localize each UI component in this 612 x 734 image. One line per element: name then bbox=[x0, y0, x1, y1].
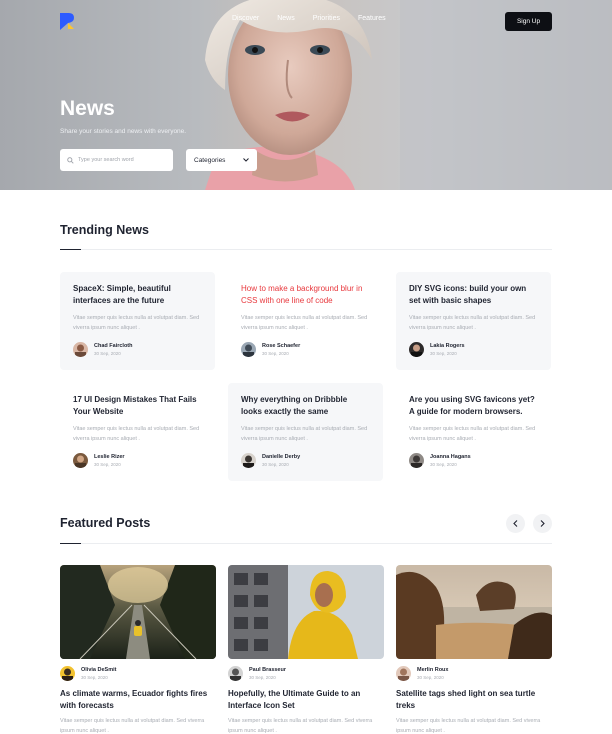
author-name: Joanna Hagans bbox=[430, 454, 471, 460]
trending-card[interactable]: How to make a background blur in CSS wit… bbox=[228, 272, 383, 370]
trending-card-excerpt: Vitae semper quis lectus nulla at volutp… bbox=[409, 426, 536, 442]
trending-card-title[interactable]: DIY SVG icons: build your own set with b… bbox=[409, 283, 538, 307]
featured-post-title[interactable]: Hopefully, the Ultimate Guide to an Inte… bbox=[228, 688, 384, 712]
card-author: Chad Faircloth 30 Sep, 2020 bbox=[73, 342, 133, 357]
author-name: Leslie Rizer bbox=[94, 454, 125, 460]
trending-card-excerpt: Vitae semper quis lectus nulla at volutp… bbox=[241, 315, 368, 331]
author-name: Paul Brasseur bbox=[249, 667, 286, 673]
featured-divider-accent bbox=[60, 543, 81, 544]
post-date: 30 Sep, 2020 bbox=[94, 351, 121, 356]
trending-card[interactable]: 17 UI Design Mistakes That Fails Your We… bbox=[60, 383, 215, 481]
author-name: Merlin Roux bbox=[417, 667, 449, 673]
trending-card-excerpt: Vitae semper quis lectus nulla at volutp… bbox=[73, 426, 200, 442]
categories-dropdown[interactable]: Categories bbox=[186, 149, 257, 171]
trending-card-title[interactable]: 17 UI Design Mistakes That Fails Your We… bbox=[73, 394, 202, 418]
card-author: Lakia Rogers 30 Sep, 2020 bbox=[409, 342, 465, 357]
author-name: Olivia DeSmit bbox=[81, 667, 117, 673]
featured-post-title[interactable]: Satellite tags shed light on sea turtle … bbox=[396, 688, 552, 712]
featured-title: Featured Posts bbox=[60, 516, 151, 530]
sign-up-button[interactable]: Sign Up bbox=[505, 12, 552, 31]
featured-post-excerpt: Vitae semper quis lectus nulla at volutp… bbox=[396, 718, 541, 734]
post-date: 30 Sep, 2020 bbox=[94, 462, 121, 467]
trending-card-excerpt: Vitae semper quis lectus nulla at volutp… bbox=[409, 315, 536, 331]
author-name: Rose Schaefer bbox=[262, 343, 301, 349]
trending-card-title[interactable]: Are you using SVG favicons yet? A guide … bbox=[409, 394, 538, 418]
featured-divider bbox=[60, 543, 552, 544]
avatar bbox=[409, 453, 424, 468]
featured-author: Olivia DeSmit 30 Sep, 2020 bbox=[60, 666, 116, 681]
trending-title: Trending News bbox=[60, 223, 149, 237]
trending-divider bbox=[60, 249, 552, 250]
card-author: Leslie Rizer 30 Sep, 2020 bbox=[73, 453, 125, 468]
hero-banner: Discover News Priorities Features Sign U… bbox=[0, 0, 612, 190]
post-date: 30 Sep, 2020 bbox=[417, 675, 444, 680]
avatar bbox=[60, 666, 75, 681]
featured-author: Paul Brasseur 30 Sep, 2020 bbox=[228, 666, 286, 681]
avatar bbox=[396, 666, 411, 681]
trending-card[interactable]: Why everything on Dribbble looks exactly… bbox=[228, 383, 383, 481]
trending-card[interactable]: SpaceX: Simple, beautiful interfaces are… bbox=[60, 272, 215, 370]
featured-image-yellow-hoodie[interactable] bbox=[228, 565, 384, 659]
main-nav: Discover News Priorities Features bbox=[232, 15, 404, 22]
trending-card[interactable]: Are you using SVG favicons yet? A guide … bbox=[396, 383, 551, 481]
post-date: 30 Sep, 2020 bbox=[81, 675, 108, 680]
trending-card-excerpt: Vitae semper quis lectus nulla at volutp… bbox=[241, 426, 368, 442]
trending-card-title[interactable]: Why everything on Dribbble looks exactly… bbox=[241, 394, 370, 418]
avatar bbox=[228, 666, 243, 681]
search-placeholder: Type your search word bbox=[78, 157, 134, 163]
featured-image-coast[interactable] bbox=[396, 565, 552, 659]
post-date: 30 Sep, 2020 bbox=[262, 351, 289, 356]
chevron-down-icon bbox=[243, 158, 249, 162]
trending-card[interactable]: DIY SVG icons: build your own set with b… bbox=[396, 272, 551, 370]
search-input[interactable]: Type your search word bbox=[60, 149, 173, 171]
categories-label: Categories bbox=[194, 156, 226, 164]
brand-logo-icon[interactable] bbox=[60, 13, 74, 30]
card-author: Rose Schaefer 30 Sep, 2020 bbox=[241, 342, 300, 357]
author-name: Chad Faircloth bbox=[94, 343, 133, 349]
trending-card-title[interactable]: How to make a background blur in CSS wit… bbox=[241, 283, 370, 307]
nav-link-priorities[interactable]: Priorities bbox=[313, 15, 340, 22]
chevron-right-icon bbox=[540, 520, 545, 527]
page-title: News bbox=[60, 97, 115, 120]
nav-link-features[interactable]: Features bbox=[358, 15, 386, 22]
carousel-next-button[interactable] bbox=[533, 514, 552, 533]
post-date: 30 Sep, 2020 bbox=[430, 351, 457, 356]
card-author: Danielle Derby 30 Sep, 2020 bbox=[241, 453, 300, 468]
avatar bbox=[73, 342, 88, 357]
card-author: Joanna Hagans 30 Sep, 2020 bbox=[409, 453, 471, 468]
hero-subtitle: Share your stories and news with everyon… bbox=[60, 128, 187, 135]
trending-card-excerpt: Vitae semper quis lectus nulla at volutp… bbox=[73, 315, 200, 331]
chevron-left-icon bbox=[513, 520, 518, 527]
carousel-prev-button[interactable] bbox=[506, 514, 525, 533]
post-date: 30 Sep, 2020 bbox=[249, 675, 276, 680]
featured-post-excerpt: Vitae semper quis lectus nulla at volutp… bbox=[60, 718, 205, 734]
featured-author: Merlin Roux 30 Sep, 2020 bbox=[396, 666, 448, 681]
post-date: 30 Sep, 2020 bbox=[430, 462, 457, 467]
featured-image-bridge[interactable] bbox=[60, 565, 216, 659]
avatar bbox=[409, 342, 424, 357]
nav-link-news[interactable]: News bbox=[277, 15, 295, 22]
featured-post-excerpt: Vitae semper quis lectus nulla at volutp… bbox=[228, 718, 373, 734]
post-date: 30 Sep, 2020 bbox=[262, 462, 289, 467]
author-name: Lakia Rogers bbox=[430, 343, 465, 349]
avatar bbox=[241, 342, 256, 357]
avatar bbox=[241, 453, 256, 468]
search-icon bbox=[67, 156, 74, 164]
avatar bbox=[73, 453, 88, 468]
nav-link-discover[interactable]: Discover bbox=[232, 15, 259, 22]
featured-post-title[interactable]: As climate warms, Ecuador fights fires w… bbox=[60, 688, 216, 712]
trending-divider-accent bbox=[60, 249, 81, 250]
author-name: Danielle Derby bbox=[262, 454, 301, 460]
trending-card-title[interactable]: SpaceX: Simple, beautiful interfaces are… bbox=[73, 283, 202, 307]
